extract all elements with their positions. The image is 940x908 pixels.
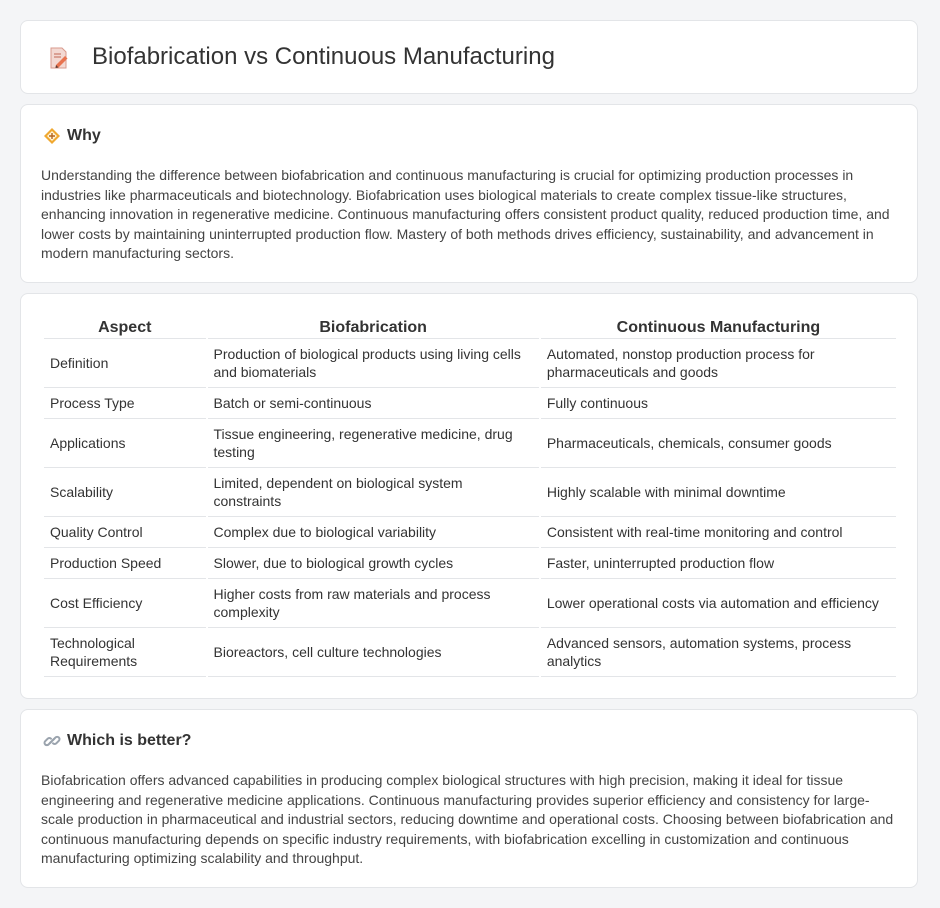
cell-biofabrication: Production of biological products using … [207, 339, 539, 388]
cell-continuous: Highly scalable with minimal downtime [540, 468, 896, 517]
better-heading: Which is better? [67, 732, 192, 749]
cell-biofabrication: Limited, dependent on biological system … [207, 468, 539, 517]
cell-continuous: Advanced sensors, automation systems, pr… [540, 628, 896, 677]
table-header-row: Aspect Biofabrication Continuous Manufac… [44, 315, 896, 339]
cell-biofabrication: Batch or semi-continuous [207, 388, 539, 419]
cell-biofabrication: Complex due to biological variability [207, 517, 539, 548]
cell-aspect: Process Type [44, 388, 206, 419]
cell-biofabrication: Tissue engineering, regenerative medicin… [207, 419, 539, 468]
document-pencil-icon [50, 47, 68, 69]
cell-aspect: Applications [44, 419, 206, 468]
table-row: Technological Requirements Bioreactors, … [44, 628, 896, 677]
cell-continuous: Lower operational costs via automation a… [540, 579, 896, 628]
cell-continuous: Faster, uninterrupted production flow [540, 548, 896, 579]
cell-biofabrication: Higher costs from raw materials and proc… [207, 579, 539, 628]
header-continuous-manufacturing: Continuous Manufacturing [540, 315, 896, 339]
link-icon [43, 735, 61, 747]
table-row: Definition Production of biological prod… [44, 339, 896, 388]
cell-continuous: Automated, nonstop production process fo… [540, 339, 896, 388]
page-title: Biofabrication vs Continuous Manufacturi… [92, 43, 555, 70]
cell-biofabrication: Slower, due to biological growth cycles [207, 548, 539, 579]
cell-aspect: Production Speed [44, 548, 206, 579]
diamond-sign-icon [44, 128, 60, 144]
why-heading: Why [67, 127, 101, 144]
table-row: Quality Control Complex due to biologica… [44, 517, 896, 548]
why-section: Why Understanding the difference between… [20, 104, 918, 283]
cell-aspect: Scalability [44, 468, 206, 517]
cell-aspect: Quality Control [44, 517, 206, 548]
comparison-table-card: Aspect Biofabrication Continuous Manufac… [20, 293, 918, 699]
cell-biofabrication: Bioreactors, cell culture technologies [207, 628, 539, 677]
header-biofabrication: Biofabrication [207, 315, 539, 339]
which-is-better-section: Which is better? Biofabrication offers a… [20, 709, 918, 888]
cell-aspect: Technological Requirements [44, 628, 206, 677]
table-row: Scalability Limited, dependent on biolog… [44, 468, 896, 517]
title-card: Biofabrication vs Continuous Manufacturi… [20, 20, 918, 94]
cell-aspect: Cost Efficiency [44, 579, 206, 628]
header-aspect: Aspect [44, 315, 206, 339]
cell-continuous: Consistent with real-time monitoring and… [540, 517, 896, 548]
table-row: Production Speed Slower, due to biologic… [44, 548, 896, 579]
cell-continuous: Pharmaceuticals, chemicals, consumer goo… [540, 419, 896, 468]
why-body: Understanding the difference between bio… [41, 167, 890, 261]
comparison-table: Aspect Biofabrication Continuous Manufac… [42, 315, 898, 677]
table-row: Cost Efficiency Higher costs from raw ma… [44, 579, 896, 628]
table-row: Applications Tissue engineering, regener… [44, 419, 896, 468]
cell-aspect: Definition [44, 339, 206, 388]
better-body: Biofabrication offers advanced capabilit… [41, 772, 894, 866]
cell-continuous: Fully continuous [540, 388, 896, 419]
table-row: Process Type Batch or semi-continuous Fu… [44, 388, 896, 419]
